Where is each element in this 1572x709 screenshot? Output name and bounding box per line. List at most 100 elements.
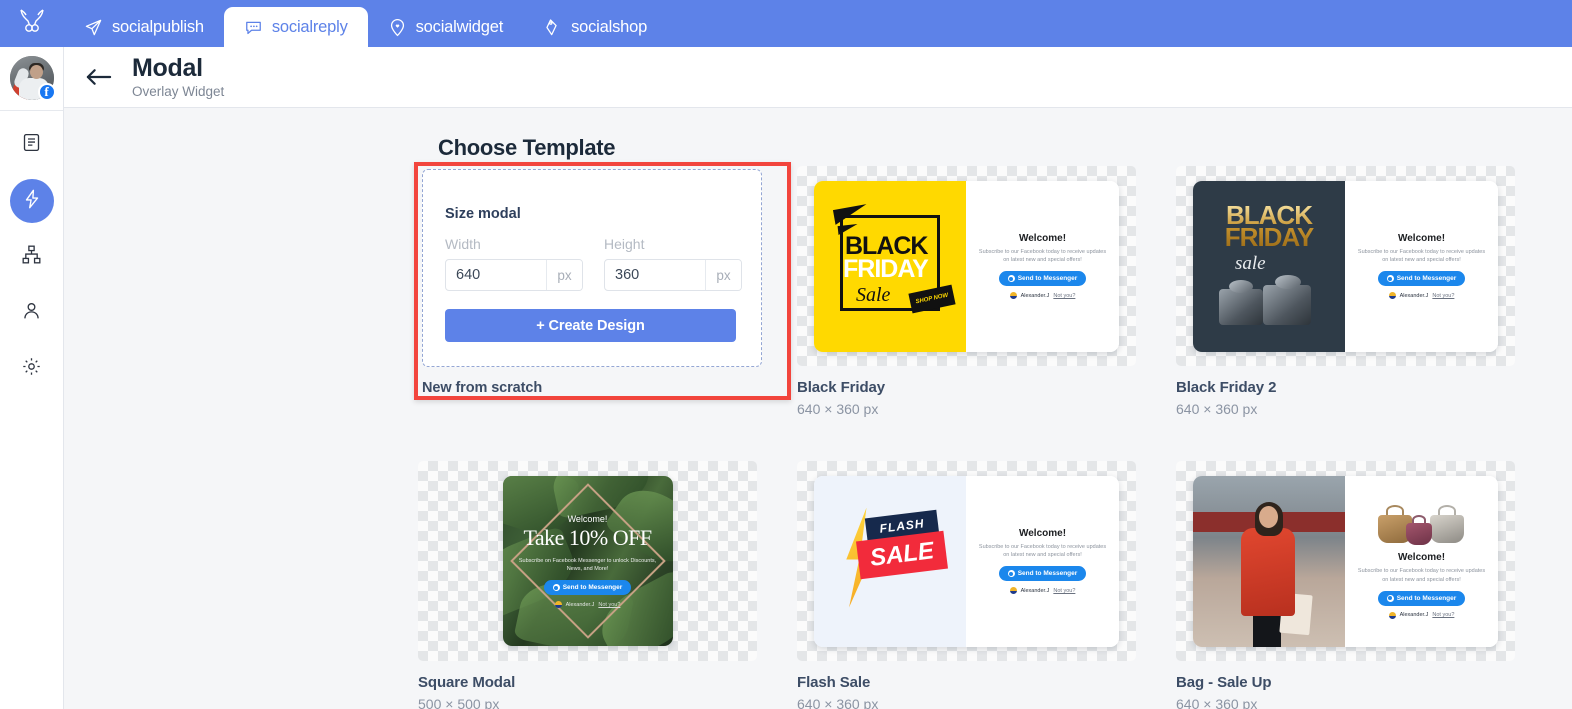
size-modal-panel: Size modal Width px Height — [422, 169, 762, 367]
width-field-group: Width px — [445, 236, 583, 291]
modal-preview: FLASH SALE Welcome! Subscribe to our Fac… — [814, 475, 1119, 647]
artwork-line-3: Sale — [856, 283, 891, 306]
new-from-scratch-label: New from scratch — [422, 380, 543, 396]
preview-headline: Take 10% OFF — [523, 524, 652, 550]
create-design-button[interactable]: + Create Design — [445, 309, 736, 342]
leaves-artwork: Welcome! Take 10% OFF Subscribe on Faceb… — [502, 476, 673, 646]
height-field-group: Height px — [604, 236, 742, 291]
preview-description: Subscribe to our Facebook today to recei… — [978, 248, 1107, 263]
preview-user-avatar — [554, 601, 562, 609]
template-thumbnail[interactable]: BLACK FRIDAY Sale SHOP NOW Welcome! Subs… — [797, 166, 1136, 366]
artwork-line-1: BLACK — [845, 231, 928, 260]
width-input[interactable] — [446, 260, 546, 290]
woman-red-coat-artwork — [1193, 475, 1345, 647]
send-to-messenger-button[interactable]: Send to Messenger — [1377, 590, 1466, 606]
height-input-group[interactable]: px — [604, 259, 742, 291]
template-card-black-friday: BLACK FRIDAY Sale SHOP NOW Welcome! Subs… — [797, 166, 1176, 437]
preview-user-row: Alexander.J Not you? — [1009, 587, 1075, 595]
messenger-button-label: Send to Messenger — [1396, 275, 1457, 283]
handbags-image — [1368, 503, 1476, 547]
flash-sale-artwork: FLASH SALE — [814, 475, 966, 647]
messenger-button-label: Send to Messenger — [1396, 594, 1457, 602]
gift-box-shape — [1219, 288, 1263, 325]
preview-welcome: Welcome! — [1018, 232, 1067, 244]
nav-tab-socialpublish[interactable]: socialpublish — [64, 8, 224, 47]
new-from-scratch-cell: Size modal Width px Height — [414, 162, 797, 437]
height-unit: px — [705, 260, 741, 290]
messenger-icon — [1007, 570, 1015, 578]
sidebar-item-pages[interactable] — [10, 123, 54, 167]
template-dimensions: 640 × 360 px — [797, 696, 879, 709]
preview-not-you-link[interactable]: Not you? — [1053, 588, 1075, 594]
modal-preview: BLACK FRIDAY sale Welcome! Subscribe to … — [1193, 180, 1498, 352]
height-input[interactable] — [605, 260, 705, 290]
nav-tab-socialwidget[interactable]: socialwidget — [368, 8, 523, 47]
preview-not-you-link[interactable]: Not you? — [1053, 293, 1075, 299]
preview-welcome: Welcome! — [567, 513, 608, 524]
sidebar-item-automation[interactable] — [9, 179, 54, 223]
modal-preview: BLACK FRIDAY Sale SHOP NOW Welcome! Subs… — [814, 180, 1119, 352]
template-thumbnail[interactable]: BLACK FRIDAY sale Welcome! Subscribe to … — [1176, 166, 1515, 366]
template-name: Black Friday 2 — [1176, 379, 1277, 396]
nav-tab-socialshop[interactable]: socialshop — [523, 8, 667, 47]
preview-description: Subscribe to our Facebook today to recei… — [1357, 568, 1486, 583]
template-name: Bag - Sale Up — [1176, 674, 1272, 691]
sidebar-item-flows[interactable] — [10, 235, 54, 279]
back-arrow-icon[interactable] — [85, 68, 112, 86]
black-friday-2-artwork: BLACK FRIDAY sale — [1193, 180, 1345, 352]
messenger-button-label: Send to Messenger — [1017, 570, 1078, 578]
template-thumbnail[interactable]: FLASH SALE Welcome! Subscribe to our Fac… — [797, 461, 1136, 661]
left-sidebar: f — [0, 47, 64, 709]
send-to-messenger-button[interactable]: Send to Messenger — [998, 566, 1087, 582]
template-thumbnail[interactable]: Welcome! Subscribe to our Facebook today… — [1176, 461, 1515, 661]
preview-description: Subscribe to our Facebook today to recei… — [1357, 248, 1486, 263]
send-to-messenger-button[interactable]: Send to Messenger — [1377, 271, 1466, 287]
page-subtitle: Overlay Widget — [132, 83, 225, 99]
template-card-square-modal: Welcome! Take 10% OFF Subscribe on Faceb… — [418, 461, 797, 709]
section-title: Choose Template — [438, 135, 616, 160]
preview-not-you-link[interactable]: Not you? — [1432, 612, 1454, 618]
main-content: Choose Template Size modal Width px — [64, 108, 1572, 709]
preview-description: Subscribe to our Facebook today to recei… — [978, 543, 1107, 558]
template-row: Size modal Width px Height — [414, 162, 1558, 437]
preview-user-name: Alexander.J — [565, 601, 595, 608]
template-dimensions: 500 × 500 px — [418, 696, 500, 709]
template-card-bag-sale-up: Welcome! Subscribe to our Facebook today… — [1176, 461, 1555, 709]
preview-user-row: Alexander.J Not you? — [1388, 611, 1454, 619]
top-navigation-bar: socialpublish socialreply socialwidget s… — [0, 0, 1572, 47]
avatar[interactable]: f — [9, 56, 56, 101]
location-pin-heart-icon — [388, 18, 407, 37]
sidebar-item-audience[interactable] — [10, 291, 54, 335]
template-name: Flash Sale — [797, 674, 871, 691]
sidebar-item-settings[interactable] — [10, 347, 54, 391]
artwork-line-3: sale — [1235, 252, 1266, 274]
template-dimensions: 640 × 360 px — [797, 401, 879, 417]
nav-tab-socialreply[interactable]: socialreply — [223, 7, 368, 47]
send-to-messenger-button[interactable]: Send to Messenger — [998, 271, 1087, 287]
preview-user-avatar — [1009, 292, 1017, 300]
user-icon — [21, 300, 42, 326]
width-unit: px — [546, 260, 582, 290]
black-friday-artwork: BLACK FRIDAY Sale SHOP NOW — [814, 180, 966, 352]
send-to-messenger-button[interactable]: Send to Messenger — [543, 580, 632, 596]
messenger-icon — [1007, 275, 1015, 283]
highlight-annotation: Size modal Width px Height — [414, 162, 791, 400]
template-thumbnail[interactable]: Welcome! Take 10% OFF Subscribe on Faceb… — [418, 461, 757, 661]
preview-user-name: Alexander.J — [1020, 587, 1050, 594]
height-label: Height — [604, 236, 645, 252]
antler-logo-icon[interactable] — [0, 0, 64, 47]
template-dimensions: 640 × 360 px — [1176, 696, 1258, 709]
width-input-group[interactable]: px — [445, 259, 583, 291]
preview-user-name: Alexander.J — [1399, 612, 1429, 619]
preview-user-name: Alexander.J — [1020, 292, 1050, 299]
document-icon — [21, 132, 42, 158]
preview-not-you-link[interactable]: Not you? — [598, 602, 620, 608]
square-overlay-content: Welcome! Take 10% OFF Subscribe on Faceb… — [503, 476, 673, 646]
preview-description: Subscribe on Facebook Messenger to unloc… — [518, 557, 657, 572]
template-row: Welcome! Take 10% OFF Subscribe on Faceb… — [418, 461, 1558, 709]
template-card-black-friday-2: BLACK FRIDAY sale Welcome! Subscribe to … — [1176, 166, 1555, 437]
gift-box-shape — [1263, 284, 1311, 325]
preview-not-you-link[interactable]: Not you? — [1432, 293, 1454, 299]
gift-bow-shape — [1275, 274, 1301, 289]
template-name: Square Modal — [418, 674, 516, 691]
